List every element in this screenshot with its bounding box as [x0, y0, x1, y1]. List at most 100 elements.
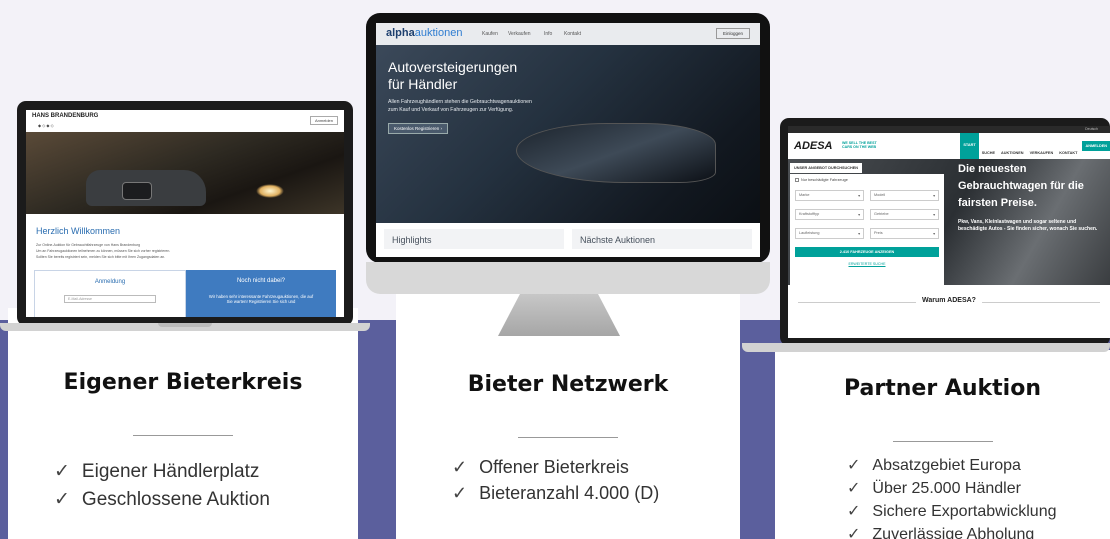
laptop-left-notch — [158, 323, 212, 327]
headlight-glow — [256, 184, 284, 198]
list-item: ✓ Offener Bieterkreis — [452, 457, 629, 477]
site3-hero: UNSER ANGEBOT DURCHSUCHEN Nur beschädigt… — [788, 159, 1110, 285]
site1-notyet-title: Noch nicht dabei? — [236, 278, 286, 284]
site3-select-kraftstoff[interactable]: Kraftstofftyp ▾ — [795, 209, 864, 220]
site3-submit-button[interactable]: 2.410 FAHRZEUGE ANZEIGEN — [795, 247, 939, 257]
check-icon: ✓ — [54, 461, 70, 482]
chevron-down-icon: ▾ — [858, 232, 860, 236]
chevron-down-icon: ▾ — [933, 232, 935, 236]
site3-why-section: Warum ADESA? — [788, 285, 1110, 321]
site1-panels: Anmeldung E-Mail-Adresse Noch nicht dabe… — [34, 270, 336, 317]
site3-topbar: Deutsch — [788, 126, 1110, 133]
list-item: ✓ Eigener Händlerplatz — [54, 461, 260, 482]
divider — [892, 441, 993, 442]
site3-select-modell[interactable]: Modell ▾ — [870, 190, 939, 201]
monitor-chin — [366, 262, 770, 294]
site2-logo[interactable]: alphaauktionen — [386, 27, 462, 39]
chevron-down-icon: ▾ — [858, 213, 860, 217]
site2-login-button[interactable]: Einloggen — [715, 28, 750, 39]
list-item: ✓ Zuverlässige Abholung — [847, 523, 1110, 539]
site3-nav-anmelden[interactable]: ANMELDEN — [1082, 141, 1110, 151]
card-title: Bieter Netzwerk — [467, 372, 669, 397]
site3-search-tab[interactable]: UNSER ANGEBOT DURCHSUCHEN — [790, 163, 862, 173]
site1-email-input[interactable]: E-Mail-Adresse — [64, 295, 156, 303]
site3-search-form: Nur beschädigte Fahrzeuge Marke ▾ Modell ▾… — [790, 174, 944, 285]
site2-nav-info[interactable]: Info — [544, 31, 552, 37]
laptop-right: Deutsch ADESA WE SELL THE BEST CARS ON TH… — [780, 118, 1110, 346]
site1-login-panel: Anmeldung E-Mail-Adresse — [34, 270, 186, 317]
site2-card-next[interactable]: Nächste Auktionen — [572, 229, 752, 249]
site1-brand: HANS BRANDENBURG — [32, 113, 99, 119]
chevron-down-icon: ▾ — [933, 213, 935, 217]
list-item: ✓ Bieteranzahl 4.000 (D) — [452, 483, 660, 503]
arrow-right-icon: › — [440, 126, 443, 131]
card-eigener-bieterkreis: Eigener Bieterkreis ✓ Eigener Händlerplat… — [8, 308, 358, 539]
laptop-left: HANS BRANDENBURG ◆ ◇ ◆ ◇ Anmelden Herzli… — [17, 101, 353, 326]
check-icon: ✓ — [847, 457, 861, 474]
divider — [133, 435, 233, 436]
site3-tagline: WE SELL THE BEST CARS ON THE WEB — [842, 141, 877, 149]
site2-nav-kaufen[interactable]: Kaufen — [482, 31, 498, 37]
site2-cta-button[interactable]: Kostenlos Registrieren › — [388, 123, 449, 134]
site2-hero-sub-2: zum Kauf und Verkauf von Fahrzeugen zur … — [388, 107, 514, 113]
site3-nav-auktionen[interactable]: AUKTIONEN — [998, 151, 1027, 159]
card-title: Partner Auktion — [844, 376, 1041, 401]
site2-hero-sub-1: Allen Fahrzeughändlern stehen die Gebrau… — [388, 99, 532, 105]
site3-language[interactable]: Deutsch — [1085, 127, 1098, 131]
site2-card-highlights[interactable]: Highlights — [384, 229, 564, 249]
site3-hero-title-3: fairsten Preise. — [958, 197, 1037, 209]
site3-damaged-checkbox[interactable]: Nur beschädigte Fahrzeuge — [795, 178, 939, 182]
site3-field-row: Kraftstofftyp ▾ Getriebe ▾ — [795, 209, 939, 220]
list-item: ✓ Sichere Exportabwicklung — [847, 503, 1057, 520]
site3-hero-title-1: Die neuesten — [958, 163, 1027, 175]
site1-notyet-text: Wir haben sehr interessante Fahrzeugaukt… — [208, 294, 314, 304]
site3-nav-start[interactable]: START — [960, 133, 979, 159]
check-icon: ✓ — [847, 526, 861, 539]
checkbox-icon — [795, 178, 799, 182]
chevron-down-icon: ▾ — [933, 194, 935, 198]
card-partner-auktion: Partner Auktion ✓ Absatzgebiet Europa ✓ Üb… — [775, 350, 1110, 539]
site2-nav-kontakt[interactable]: Kontakt — [564, 31, 581, 37]
site3-nav-kontakt[interactable]: KONTAKT — [1056, 151, 1080, 159]
site3-why-title: Warum ADESA? — [916, 297, 982, 304]
site2-nav-verkaufen[interactable]: Verkaufen — [508, 31, 531, 37]
site3-header: ADESA WE SELL THE BEST CARS ON THE WEB ST… — [788, 133, 1110, 159]
site3-select-marke[interactable]: Marke ▾ — [795, 190, 864, 201]
site2-navbar: alphaauktionen Kaufen Verkaufen Info Kon… — [376, 23, 760, 45]
site3-logo[interactable]: ADESA — [794, 140, 833, 152]
site3-nav-verkaufen[interactable]: VERKAUFEN — [1027, 151, 1057, 159]
site3-nav: START SUCHE AUKTIONEN VERKAUFEN KONTAKT … — [960, 133, 1110, 159]
site1-hero-image — [26, 132, 344, 214]
site2-hero: alphaauktionen Kaufen Verkaufen Info Kon… — [376, 23, 760, 223]
site1-login-button[interactable]: Anmelden — [309, 116, 338, 125]
site3-nav-suche[interactable]: SUCHE — [979, 151, 998, 159]
site3-extended-search-link[interactable]: ERWEITERTE SUCHE — [795, 262, 939, 266]
laptop-left-screen: HANS BRANDENBURG ◆ ◇ ◆ ◇ Anmelden Herzli… — [26, 110, 344, 317]
site3-field-row: Laufleistung ▾ Preis ▾ — [795, 228, 939, 239]
site3-select-getriebe[interactable]: Getriebe ▾ — [870, 209, 939, 220]
laptop-right-base — [742, 343, 1110, 352]
site1-intro: Zur Online-Auktion für Gebrauchtfahrzeug… — [36, 243, 171, 259]
list-item: ✓ Über 25.000 Händler — [847, 480, 1021, 497]
site1-header: HANS BRANDENBURG ◆ ◇ ◆ ◇ Anmelden — [26, 110, 344, 132]
site2-cards: Highlights Nächste Auktionen — [384, 229, 752, 249]
site1-login-title: Anmeldung — [94, 279, 126, 285]
check-icon: ✓ — [452, 483, 468, 503]
site3-select-preis[interactable]: Preis ▾ — [870, 228, 939, 239]
site1-welcome-title: Herzlich Willkommen — [36, 226, 121, 236]
divider — [518, 437, 618, 438]
check-icon: ✓ — [847, 480, 861, 497]
monitor-center: alphaauktionen Kaufen Verkaufen Info Kon… — [366, 13, 770, 263]
site1-notyet-panel: Noch nicht dabei? Wir haben sehr interes… — [186, 270, 336, 317]
check-icon: ✓ — [847, 503, 861, 520]
chevron-down-icon: ▾ — [858, 194, 860, 198]
site3-hero-sub: Pkw, Vans, Kleinlastwagen und sogar selt… — [958, 219, 1098, 232]
car-grille — [122, 182, 152, 200]
brand-logos-icon: ◆ ◇ ◆ ◇ — [38, 123, 54, 128]
site3-select-laufleistung[interactable]: Laufleistung ▾ — [795, 228, 864, 239]
site2-hero-title-2: für Händler — [388, 76, 458, 92]
laptop-right-screen: Deutsch ADESA WE SELL THE BEST CARS ON TH… — [788, 126, 1110, 338]
card-title: Eigener Bieterkreis — [63, 370, 303, 395]
site2-hero-title-1: Autoversteigerungen — [388, 59, 518, 75]
list-item: ✓ Absatzgebiet Europa — [847, 457, 1021, 474]
